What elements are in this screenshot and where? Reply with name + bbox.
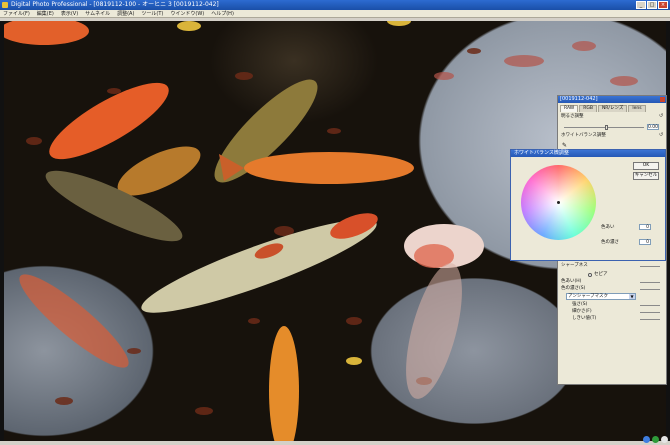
window-title: Digital Photo Professional - [0819112-10… [11,1,219,8]
color-wheel[interactable] [521,165,596,240]
koi-orange-bottom [269,326,299,441]
dialog-saturation-label: 色の濃さ [601,240,619,245]
sharpness-slider[interactable] [640,266,660,267]
system-tray [643,436,668,443]
app-icon [2,2,8,8]
title-bar: Digital Photo Professional - [0819112-10… [0,0,670,10]
brightness-label: 明るさ調整 [561,114,584,119]
cancel-button[interactable]: キャンセル [633,172,659,180]
monochrome-radio[interactable] [588,273,592,277]
eyedropper-icon[interactable]: ✎ [562,142,567,149]
brightness-thumb[interactable] [605,125,608,130]
saturation-label: 色の濃さ(S) [561,286,586,291]
palette-tabs: RAW RGB NR/レンズ lens [558,103,666,112]
strength-slider[interactable] [640,305,660,306]
dialog-hue-value[interactable]: 0 [639,224,651,230]
menu-file[interactable]: ファイル(F) [3,10,30,17]
dialog-saturation-value[interactable]: 0 [639,239,651,245]
wheel-marker[interactable] [557,201,560,204]
koi-white-right [404,224,484,399]
menu-adjust[interactable]: 調整(A) [117,10,134,17]
menu-thumbnail[interactable]: サムネイル [85,10,110,17]
dialog-title[interactable]: ホワイトバランス微調整 [511,150,665,157]
ok-button[interactable]: OK [633,162,659,170]
menu-help[interactable]: ヘルプ(H) [211,10,234,17]
minimize-button[interactable]: _ [636,1,646,9]
menu-tools[interactable]: ツール(T) [141,10,163,17]
close-button[interactable]: × [658,1,668,9]
sharpness-label: シャープネス [561,263,588,268]
tab-lens[interactable]: lens [628,105,646,112]
network-icon[interactable] [643,436,650,443]
palette-title-bar[interactable]: [0019112-042] [558,96,666,103]
security-icon[interactable] [652,436,659,443]
sepia-label: セピア [594,272,608,277]
menu-window[interactable]: ウインドウ(W) [170,10,204,17]
white-balance-label: ホワイトバランス調整 [561,133,606,138]
tab-raw[interactable]: RAW [560,105,579,112]
koi-orange-top [4,21,169,160]
strength-label: 強さ(S) [572,302,588,307]
menu-bar: ファイル(F) 編集(E) 表示(V) サムネイル 調整(A) ツール(T) ウ… [0,10,670,18]
palette-title: [0019112-042] [560,96,598,102]
wb-reset-icon[interactable]: ↺ [659,133,664,138]
sharpen-mode-value: アンシャープマスク [568,294,609,299]
menu-view[interactable]: 表示(V) [61,10,78,17]
volume-icon[interactable] [661,436,668,443]
brightness-slider[interactable] [564,127,644,128]
tab-nr-lens[interactable]: NR/レンズ [597,105,628,112]
brightness-reset-icon[interactable]: ↺ [659,114,664,119]
status-bar [0,441,670,445]
menu-edit[interactable]: 編集(E) [37,10,54,17]
saturation-slider[interactable] [640,289,660,290]
white-balance-dialog[interactable]: ホワイトバランス微調整 OK キャンセル 色あい 0 色の濃さ 0 [510,149,666,261]
palette-close-button[interactable] [660,97,665,102]
fineness-slider[interactable] [640,312,660,313]
fineness-label: 細かさ(F) [572,309,592,314]
hue-slider[interactable] [640,282,660,283]
chevron-down-icon[interactable]: ▼ [629,294,635,299]
maximize-button[interactable]: □ [647,1,657,9]
brightness-value[interactable]: 0.00 [647,124,659,130]
koi-red-left [19,274,129,368]
threshold-label: しきい値(T) [572,316,597,321]
reflection-leaves [434,41,638,86]
tab-rgb[interactable]: RGB [579,105,597,112]
dialog-hue-label: 色あい [601,225,615,230]
threshold-slider[interactable] [640,319,660,320]
hue-label: 色あい(H) [561,279,582,284]
sharpen-mode-select[interactable]: アンシャープマスク ▼ [566,293,636,300]
